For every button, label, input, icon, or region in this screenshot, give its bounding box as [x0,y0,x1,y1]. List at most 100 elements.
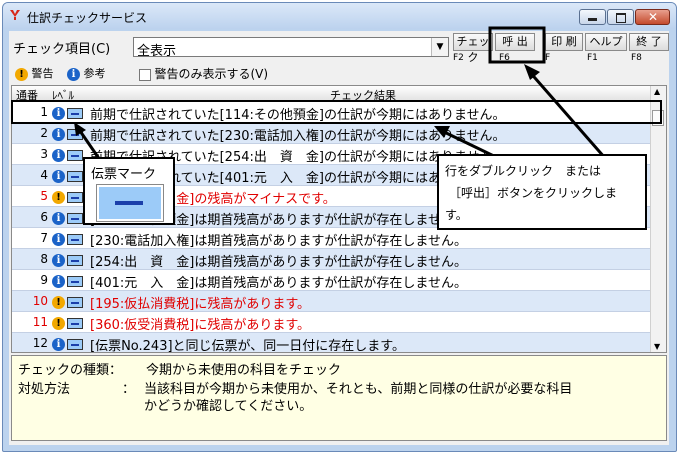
fkey-call: F6 [499,53,510,63]
table-row[interactable]: 10! [195:仮払消費税]に残高があります。 [12,291,652,312]
row-level: i [52,148,83,162]
row-number: 6 [40,210,48,224]
info-icon: i [52,149,65,162]
minimize-button[interactable] [579,9,606,25]
table-row[interactable]: 9 i [401:元 入 金]は期首残高がありますが仕訳が存在しません。 [12,270,652,291]
info-icon: i [52,338,65,351]
slip-mark-icon[interactable] [67,213,83,224]
window-title: 仕訳チェックサービス [27,11,148,25]
table-row[interactable]: 7 i [230:電話加入権]は期首残高がありますが仕訳が存在しません。 [12,228,652,249]
warning-icon: ! [52,317,65,330]
info-icon: i [52,170,65,183]
grid-header: 通番 ﾚﾍﾞﾙ チェック結果 [12,86,652,102]
action-value-line2: かどうか確認してください。 [144,399,313,414]
slip-mark-icon[interactable] [67,339,83,350]
info-icon: i [52,212,65,225]
exit-button[interactable]: 終 了 [629,33,669,51]
slip-mark-icon[interactable] [67,129,83,140]
client-area: チェック項目(C) 全表示 ▼ チェック 呼 出 印 刷 ヘルプ 終 了 F2 … [9,31,669,445]
table-row[interactable]: 12 i [伝票No.243]と同じ伝票が、同一日付に存在します。 [12,333,652,353]
row-number: 12 [32,336,48,350]
checkbox-icon[interactable] [139,69,151,81]
maximize-button[interactable] [607,9,634,25]
row-result-text: [230:電話加入権]は期首残高がありますが仕訳が存在しません。 [90,234,467,249]
slip-mark-icon[interactable] [67,171,83,182]
legend-reference: i 参考 [67,65,106,81]
scroll-up-icon[interactable]: ▲ [654,87,660,96]
slip-mark-icon[interactable] [67,108,83,119]
check-item-select[interactable]: 全表示 ▼ [133,37,449,59]
warnings-only-label: 警告のみ表示する(V) [154,67,269,81]
table-row[interactable]: 11! [360:仮受消費税]に残高があります。 [12,312,652,333]
info-icon: i [52,275,65,288]
slip-mark-icon[interactable] [67,192,83,203]
table-row[interactable]: 8 i [254:出 資 金]は期首残高がありますが仕訳が存在しません。 [12,249,652,270]
row-number: 11 [32,315,48,329]
row-result-text: [伝票No.243]と同じ伝票が、同一日付に存在します。 [90,339,405,353]
slip-mark-icon[interactable] [67,234,83,245]
row-result-text: [195:仮払消費税]に残高があります。 [90,297,311,312]
slip-card-icon [97,185,163,221]
row-result-text: [401:元 入 金]は期首残高がありますが仕訳が存在しません。 [90,276,467,291]
slip-mark-label: 伝票マーク [91,167,157,182]
double-click-line1: 行をダブルクリック または [445,164,602,178]
row-number: 8 [40,252,48,266]
row-level: i [52,274,83,288]
row-level: i [52,211,83,225]
slip-mark-icon[interactable] [67,297,83,308]
row-level: i [52,253,83,267]
maximize-icon [616,13,626,23]
row-number: 4 [40,168,48,182]
print-button[interactable]: 印 刷 [545,33,583,51]
call-button[interactable]: 呼 出 [495,33,535,51]
row-number: 10 [32,294,48,308]
info-icon: i [67,67,80,81]
slip-mark-icon[interactable] [67,150,83,161]
header-level: ﾚﾍﾞﾙ [52,89,74,102]
app-logo-icon [10,10,20,20]
header-result: チェック結果 [330,89,396,102]
info-icon: i [52,128,65,141]
close-icon: ✕ [648,10,659,24]
warning-icon: ! [52,296,65,309]
scroll-down-icon[interactable]: ▼ [654,342,660,351]
info-icon: i [52,107,65,120]
row-level: ! [52,190,83,204]
table-row[interactable]: 1 i 前期で仕訳されていた[114:その他預金]の仕訳が今期にはありません。 [12,102,652,123]
slip-mark-icon[interactable] [67,276,83,287]
check-item-label: チェック項目(C) [13,42,111,57]
warning-icon: ! [52,191,65,204]
row-level: i [52,232,83,246]
scroll-thumb[interactable] [652,110,664,126]
row-level: ! [52,295,83,309]
help-button[interactable]: ヘルプ [585,33,627,51]
fkey-check: F2 [453,53,464,63]
legend-warning: ! 警告 [15,65,54,81]
row-result-text: 前期で仕訳されていた[230:電話加入権]の仕訳が今期にはありません。 [90,129,506,144]
row-level: ! [52,316,83,330]
action-label: 対処方法 [18,382,71,397]
slip-mark-icon[interactable] [67,255,83,266]
table-row[interactable]: 2 i 前期で仕訳されていた[230:電話加入権]の仕訳が今期にはありません。 [12,123,652,144]
close-button[interactable]: ✕ [635,9,670,25]
double-click-callout: 行をダブルクリック または ［呼出］ボタンをクリックしま す。 [437,154,647,230]
check-item-value: 全表示 [137,44,177,59]
check-type-label: チェックの種類： [18,363,123,378]
title-bar: 仕訳チェックサービス ✕ [3,3,676,29]
slip-mark-callout: 伝票マーク [83,157,175,225]
row-number: 7 [40,231,48,245]
minimize-icon [588,18,597,21]
check-type-value: 今期から未使用の科目をチェック [146,363,342,378]
warnings-only-checkbox[interactable]: 警告のみ表示する(V) [139,65,268,81]
row-number: 5 [40,189,48,203]
warning-icon: ! [15,67,28,81]
slip-mark-icon[interactable] [67,318,83,329]
check-button[interactable]: チェック [453,33,493,64]
row-level: i [52,169,83,183]
vertical-scrollbar[interactable]: ▲ ▼ [650,86,666,352]
legend-warning-label: 警告 [31,67,54,80]
row-number: 3 [40,147,48,161]
fkey-print: F [545,53,551,63]
dropdown-arrow-icon[interactable]: ▼ [431,38,448,56]
info-icon: i [52,254,65,267]
